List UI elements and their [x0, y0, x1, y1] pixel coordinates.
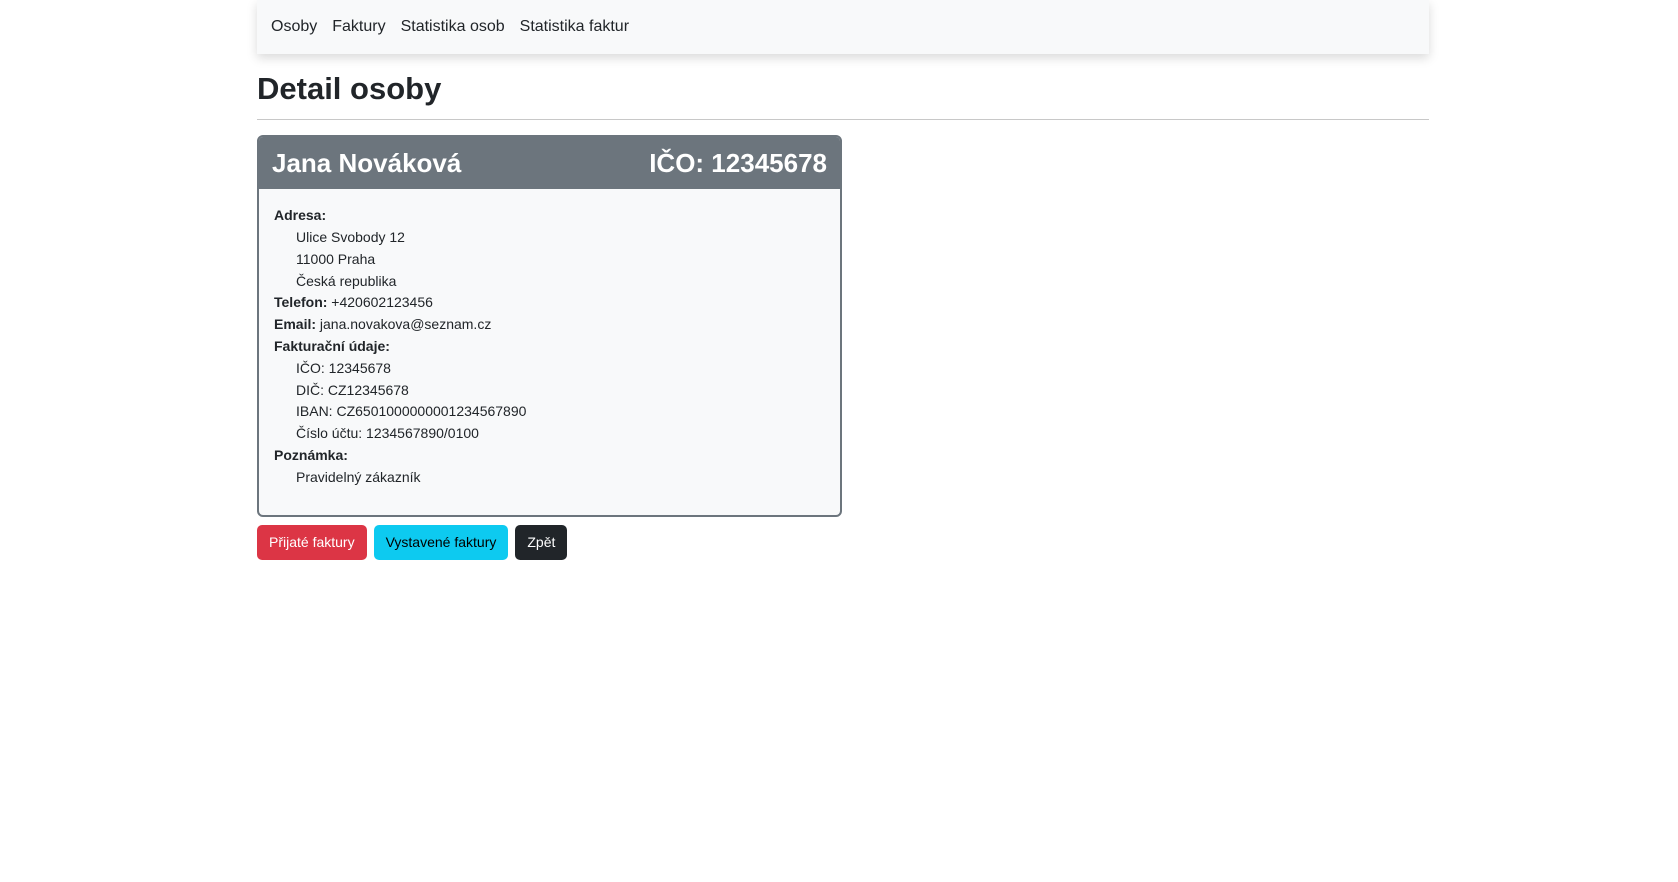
nav-link-osoby[interactable]: Osoby — [271, 18, 317, 36]
billing-iban: IBAN: CZ6501000000001234567890 — [296, 403, 527, 420]
card-body: Adresa: Ulice Svobody 12 11000 Praha Čes… — [259, 189, 840, 514]
nav-link-statistika-faktur[interactable]: Statistika faktur — [520, 18, 629, 36]
email-row: Email: jana.novakova@seznam.cz — [274, 314, 825, 336]
email-value: jana.novakova@seznam.cz — [319, 316, 492, 333]
issued-invoices-button[interactable]: Vystavené faktury — [373, 524, 509, 560]
note-value: Pravidelný zákazník — [296, 468, 421, 485]
phone-row: Telefon: +420602123456 — [274, 292, 825, 314]
page-title: Detail osoby — [257, 71, 442, 106]
person-name: Jana Nováková — [272, 147, 462, 178]
billing-account: Číslo účtu: 1234567890/0100 — [296, 425, 479, 442]
email-label: Email: — [274, 316, 317, 333]
address-street: Ulice Svobody 12 — [296, 228, 405, 245]
received-invoices-button[interactable]: Přijaté faktury — [257, 524, 367, 560]
person-detail-card: Jana Nováková IČO: 12345678 Adresa: Ulic… — [257, 135, 842, 517]
header-ico: IČO: 12345678 — [649, 147, 827, 178]
billing-dic: DIČ: CZ12345678 — [296, 381, 409, 398]
note-label: Poznámka: — [274, 446, 348, 463]
nav-link-statistika-osob[interactable]: Statistika osob — [401, 18, 505, 36]
address-country: Česká republika — [296, 272, 397, 289]
address-city: 11000 Praha — [296, 250, 376, 267]
phone-label: Telefon: — [274, 294, 328, 311]
card-header: Jana Nováková IČO: 12345678 — [259, 137, 840, 190]
billing-label: Fakturační údaje: — [274, 337, 390, 354]
action-buttons: Přijaté faktury Vystavené faktury Zpět — [257, 524, 1429, 560]
page-container: Osoby Faktury Statistika osob Statistika… — [257, 0, 1429, 560]
phone-value: +420602123456 — [331, 294, 433, 311]
address-label: Adresa: — [274, 207, 327, 224]
top-navbar: Osoby Faktury Statistika osob Statistika… — [257, 0, 1429, 54]
billing-ico: IČO: 12345678 — [296, 359, 391, 376]
back-button[interactable]: Zpět — [515, 524, 568, 560]
title-divider — [257, 119, 1429, 121]
nav-link-faktury[interactable]: Faktury — [332, 18, 385, 36]
